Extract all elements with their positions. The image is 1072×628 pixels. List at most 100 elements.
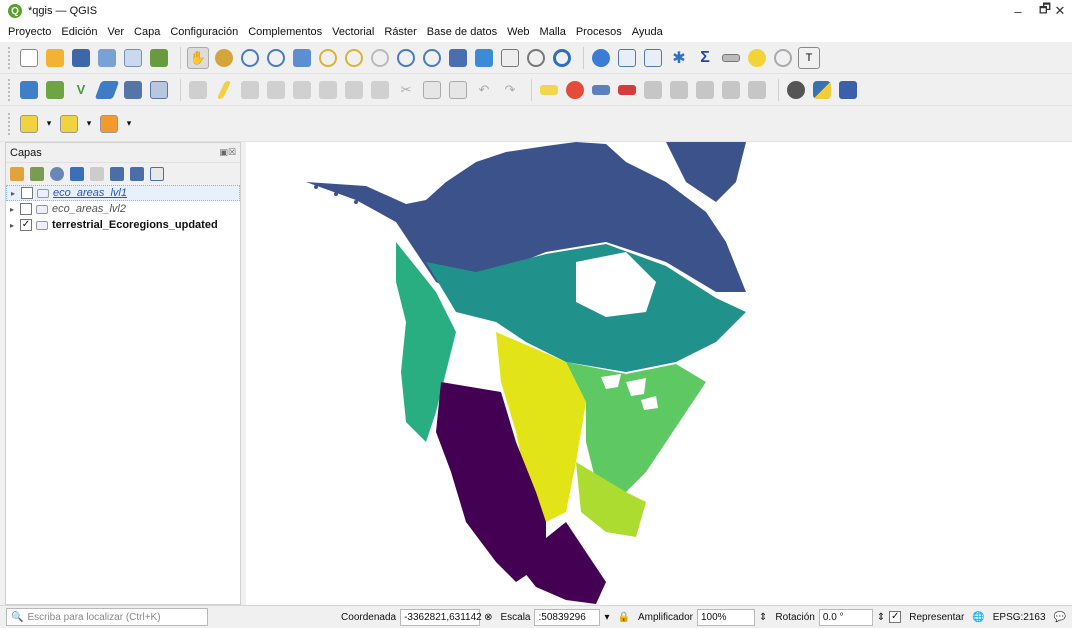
toolbar-grip[interactable] (8, 112, 12, 135)
spinbox-icon[interactable]: ⇕ (877, 612, 885, 623)
select-location-icon[interactable] (772, 47, 794, 69)
render-checkbox[interactable]: ✓ (889, 611, 902, 623)
menu-malla[interactable]: Malla (540, 26, 566, 38)
arrow-left-icon[interactable]: ↶ (473, 79, 495, 101)
clock-icon[interactable] (525, 47, 547, 69)
manage-themes-icon[interactable] (50, 167, 64, 181)
zoom-native-icon[interactable] (369, 47, 391, 69)
layer-visibility-checkbox[interactable] (20, 203, 32, 215)
messages-icon[interactable]: 💬 (1054, 612, 1066, 623)
new-layer-icon[interactable] (44, 79, 66, 101)
toolbar-grip[interactable] (8, 78, 12, 101)
menu-complementos[interactable]: Complementos (248, 26, 322, 38)
new-project-icon[interactable] (18, 47, 40, 69)
vertex-tool-icon[interactable] (187, 79, 209, 101)
crs-globe-icon[interactable]: 🌐 (972, 612, 984, 623)
new-bookmark-icon[interactable] (447, 47, 469, 69)
print-layout-icon[interactable] (122, 47, 144, 69)
show-bookmarks-icon[interactable] (473, 47, 495, 69)
zoom-full-icon[interactable] (291, 47, 313, 69)
layer-row-eco-areas-lvl1[interactable]: ▸ eco_areas_lvl1 (6, 185, 240, 201)
show-hide-labels-icon[interactable] (616, 79, 638, 101)
layer-row-terrestrial-ecoregions[interactable]: ▸ ✓ terrestrial_Ecoregions_updated (6, 217, 240, 233)
field-calculator-icon[interactable] (642, 47, 664, 69)
processing-toolbox-icon[interactable]: ✱ (668, 47, 690, 69)
undo-icon[interactable] (343, 79, 365, 101)
zoom-layer-icon[interactable] (343, 47, 365, 69)
menu-edicion[interactable]: Edición (61, 26, 97, 38)
toolbar-grip[interactable] (8, 46, 12, 69)
menu-configuracion[interactable]: Configuración (170, 26, 238, 38)
refresh-icon[interactable] (551, 47, 573, 69)
layer-visibility-checkbox[interactable] (21, 187, 33, 199)
layer-visibility-checkbox[interactable]: ✓ (20, 219, 32, 231)
label-props-icon[interactable] (720, 79, 742, 101)
crs-label[interactable]: EPSG:2163 (993, 612, 1046, 623)
dropdown-arrow-icon[interactable]: ▾ (124, 113, 134, 135)
save-as-icon[interactable] (96, 47, 118, 69)
python-icon[interactable] (811, 79, 833, 101)
change-label-icon[interactable] (694, 79, 716, 101)
collapse-all-icon[interactable] (130, 167, 144, 181)
open-project-icon[interactable] (44, 47, 66, 69)
coordinate-field[interactable]: -3362821,631142 (400, 608, 482, 626)
paste-icon[interactable] (317, 79, 339, 101)
expand-arrow-icon[interactable]: ▸ (10, 205, 20, 214)
document-icon[interactable] (421, 79, 443, 101)
lock-icon[interactable]: 🔒 (618, 612, 630, 623)
style-manager-icon[interactable] (148, 47, 170, 69)
pan-to-selection-icon[interactable] (213, 47, 235, 69)
add-feature-icon[interactable] (148, 79, 170, 101)
redo-icon[interactable] (369, 79, 391, 101)
zoom-in-icon[interactable] (239, 47, 261, 69)
zoom-next-icon[interactable] (421, 47, 443, 69)
dropdown-arrow-icon[interactable]: ▾ (84, 113, 94, 135)
statistics-icon[interactable]: Σ (694, 47, 716, 69)
save-edits-icon[interactable] (122, 79, 144, 101)
menu-proyecto[interactable]: Proyecto (8, 26, 51, 38)
expand-arrow-icon[interactable]: ▸ (11, 189, 21, 198)
delete-selected-icon[interactable] (239, 79, 261, 101)
globe-icon[interactable] (785, 79, 807, 101)
pencil-icon[interactable] (213, 79, 235, 101)
zoom-out-icon[interactable] (265, 47, 287, 69)
rotate-label-icon[interactable] (668, 79, 690, 101)
copy-icon[interactable] (291, 79, 313, 101)
help-icon[interactable] (837, 79, 859, 101)
menu-capa[interactable]: Capa (134, 26, 160, 38)
menu-ayuda[interactable]: Ayuda (632, 26, 663, 38)
panel-float-close-icon[interactable]: ▣☒ (219, 147, 236, 158)
arrow-right-icon[interactable]: ↷ (499, 79, 521, 101)
temporal-icon[interactable] (499, 47, 521, 69)
remove-layer-icon[interactable] (150, 167, 164, 181)
toggle-extents-icon[interactable]: ⊗ (484, 612, 492, 623)
menu-web[interactable]: Web (507, 26, 529, 38)
spinbox-icon[interactable]: ⇕ (759, 612, 767, 623)
menu-base-de-datos[interactable]: Base de datos (427, 26, 497, 38)
label-unpin-icon[interactable] (746, 79, 768, 101)
menu-ver[interactable]: Ver (108, 26, 125, 38)
menu-raster[interactable]: Ráster (384, 26, 416, 38)
text-annotation-icon[interactable]: T (798, 46, 820, 69)
label-tool-icon[interactable] (538, 79, 560, 101)
locator-search[interactable]: 🔍 Escriba para localizar (Ctrl+K) (6, 608, 208, 626)
scale-dropdown-icon[interactable]: ▾ (604, 612, 609, 623)
rotation-field[interactable]: 0.0 ° (818, 608, 873, 626)
diagram-tool-icon[interactable] (564, 79, 586, 101)
toggle-editing-icon[interactable] (94, 79, 120, 101)
dropdown-arrow-icon[interactable]: ▾ (44, 113, 54, 135)
pan-icon[interactable]: ✋ (187, 46, 209, 69)
digitize-icon[interactable]: V (70, 79, 92, 101)
identify-icon[interactable] (590, 47, 612, 69)
layer-row-eco-areas-lvl2[interactable]: ▸ eco_areas_lvl2 (6, 201, 240, 217)
expand-arrow-icon[interactable]: ▸ (10, 221, 20, 230)
menu-procesos[interactable]: Procesos (576, 26, 622, 38)
magnifier-field[interactable]: 100% (697, 608, 755, 626)
select-features-icon[interactable] (18, 113, 40, 135)
clipboard-icon[interactable] (447, 79, 469, 101)
map-tips-icon[interactable] (746, 47, 768, 69)
scale-field[interactable]: :50839296 (534, 608, 601, 626)
filter-icon[interactable] (70, 167, 84, 181)
map-canvas[interactable] (246, 142, 1072, 605)
zoom-selection-icon[interactable] (317, 47, 339, 69)
